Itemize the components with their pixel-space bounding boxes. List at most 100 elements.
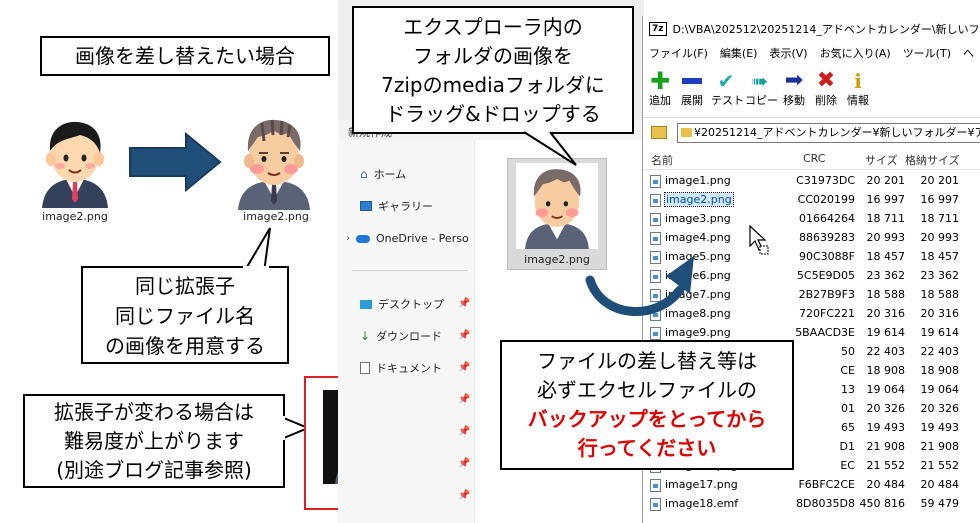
folder-up-icon[interactable] [651,126,667,139]
packed-size-cell: 22 403 [920,345,960,358]
pin-icon[interactable]: 📌 [458,490,470,501]
table-row[interactable]: image2.png CC020199 16 997 16 997 [643,191,980,210]
size-cell: 20 484 [866,478,906,491]
title-callout: 画像を差し替えたい場合 [40,36,330,76]
nav-documents[interactable]: ドキュメント [360,360,442,376]
backup-warning-callout: ファイルの差し替え等は 必ずエクセルファイルの バックアップをとってから 行って… [500,340,794,470]
size-cell: 450 816 [859,497,906,510]
desktop-icon [360,299,372,309]
info-button[interactable]: i 情報 [843,70,873,108]
pin-icon[interactable]: 📌 [458,298,470,309]
explorer-nav-pane: ⌂ ホーム ギャラリー › OneDrive - Perso デスクトップ ↓ … [338,140,474,523]
7zip-toolbar: ✚ 追加 展開 ✔ テスト ➠ コピー ➡ 移動 ✖ 削除 i 情報 [643,64,980,118]
add-button[interactable]: ✚ 追加 [645,69,675,108]
home-icon: ⌂ [360,167,368,181]
7zip-titlebar: 7z D:\VBA\202512\20251214_アドベントカレンダー\新しい… [643,16,980,42]
crc-cell: CC020199 [797,193,855,206]
menu-file[interactable]: ファイル(F) [649,45,708,61]
image-file-icon [650,498,661,511]
original-image-thumbnail [30,113,120,208]
crc-cell: 13 [841,383,855,396]
packed-size-cell: 21 552 [920,459,960,472]
crc-cell: C31973DC [796,174,855,187]
file-name-cell: image9.png [665,326,731,339]
replace-arrow-icon [129,132,222,192]
cloud-icon [356,234,370,243]
col-crc[interactable]: CRC [803,152,825,165]
crc-cell: 50 [841,345,855,358]
nav-downloads[interactable]: ↓ ダウンロード [360,328,442,344]
packed-size-cell: 20 993 [920,231,960,244]
size-cell: 21 552 [866,459,906,472]
packed-size-cell: 20 201 [920,174,960,187]
col-packed-size[interactable]: 格納サイズ [905,152,960,168]
menu-help[interactable]: ヘ [963,45,974,61]
table-row[interactable]: image3.png 01664264 18 711 18 711 [643,210,980,229]
menu-view[interactable]: 表示(V) [769,45,807,61]
folder-icon [681,128,692,137]
nav-home[interactable]: ⌂ ホーム [360,166,406,182]
crc-cell: F6BFC2CE [798,478,855,491]
crc-cell: D1 [839,440,855,453]
menu-edit[interactable]: 編集(E) [720,45,758,61]
replacement-image-caption: image2.png [243,210,309,223]
image-file-icon [650,479,661,492]
packed-size-cell: 20 484 [920,478,960,491]
extract-button[interactable]: 展開 [677,70,707,108]
size-cell: 21 908 [866,440,906,453]
crc-cell: 90C3088F [799,250,855,263]
move-arrow-icon: ➡ [784,68,804,93]
table-row[interactable]: image1.png C31973DC 20 201 20 201 [643,172,980,191]
delete-button[interactable]: ✖ 削除 [811,70,841,108]
nav-onedrive[interactable]: › OneDrive - Perso [346,232,469,245]
packed-size-cell: 18 457 [920,250,960,263]
file-name-cell: image18.emf [665,497,739,510]
crc-cell: 8D8035D8 [796,497,855,510]
image-file-icon [650,327,661,340]
pin-icon[interactable]: 📌 [458,330,470,341]
nav-divider [352,270,468,271]
crc-cell: CE [840,364,855,377]
pin-icon[interactable]: 📌 [458,394,470,405]
copy-button[interactable]: ➠ コピー [745,70,778,108]
menu-favorites[interactable]: お気に入り(A) [820,45,891,61]
size-cell: 23 362 [866,269,906,282]
size-cell: 20 316 [866,307,906,320]
nav-gallery[interactable]: ギャラリー [360,198,433,214]
file-name-cell: image2.png [664,192,734,207]
packed-size-cell: 18 588 [920,288,960,301]
table-row[interactable]: image17.png F6BFC2CE 20 484 20 484 [643,476,980,495]
table-row[interactable]: image18.emf 8D8035D8 450 816 59 479 [643,495,980,514]
nav-desktop[interactable]: デスクトップ [360,296,444,312]
file-name-cell: image1.png [665,174,731,187]
same-name-callout: 同じ拡張子 同じファイル名 の画像を用意する [81,266,289,364]
packed-size-cell: 18 908 [920,364,960,377]
extension-change-callout: 拡張子が変わる場合は 難易度が上がります (別途ブログ記事参照) [23,394,285,488]
minus-icon [682,78,702,84]
7zip-title-text: D:\VBA\202512\20251214_アドベントカレンダー\新しいフォル [672,23,980,36]
pin-icon[interactable]: 📌 [458,362,470,373]
test-button[interactable]: ✔ テスト [711,70,744,108]
chevron-right-icon[interactable]: › [346,233,350,244]
size-cell: 19 614 [866,326,906,339]
pin-icon[interactable]: 📌 [458,426,470,437]
size-cell: 19 064 [866,383,906,396]
7zip-address-bar: ¥20251214_アドベントカレンダー¥新しいフォルダー¥アドベン [643,120,980,146]
col-name[interactable]: 名前 [651,152,673,168]
info-icon: i [854,69,862,93]
size-cell: 16 997 [866,193,906,206]
size-cell: 18 908 [866,364,906,377]
crc-cell: 65 [841,421,855,434]
packed-size-cell: 21 908 [920,440,960,453]
pin-icon[interactable]: 📌 [458,458,470,469]
move-button[interactable]: ➡ 移動 [779,70,809,108]
original-image-caption: image2.png [42,210,108,223]
packed-size-cell: 23 362 [920,269,960,282]
gallery-icon [360,201,372,211]
menu-tools[interactable]: ツール(T) [903,45,951,61]
packed-size-cell: 19 493 [920,421,960,434]
7zip-menubar: ファイル(F) 編集(E) 表示(V) お気に入り(A) ツール(T) ヘ [643,42,980,64]
col-size[interactable]: サイズ [865,152,898,168]
address-input[interactable]: ¥20251214_アドベントカレンダー¥新しいフォルダー¥アドベン [677,123,980,143]
drag-drop-callout: エクスプローラ内の フォルダの画像を 7zipのmediaフォルダに ドラッグ&… [352,6,634,134]
